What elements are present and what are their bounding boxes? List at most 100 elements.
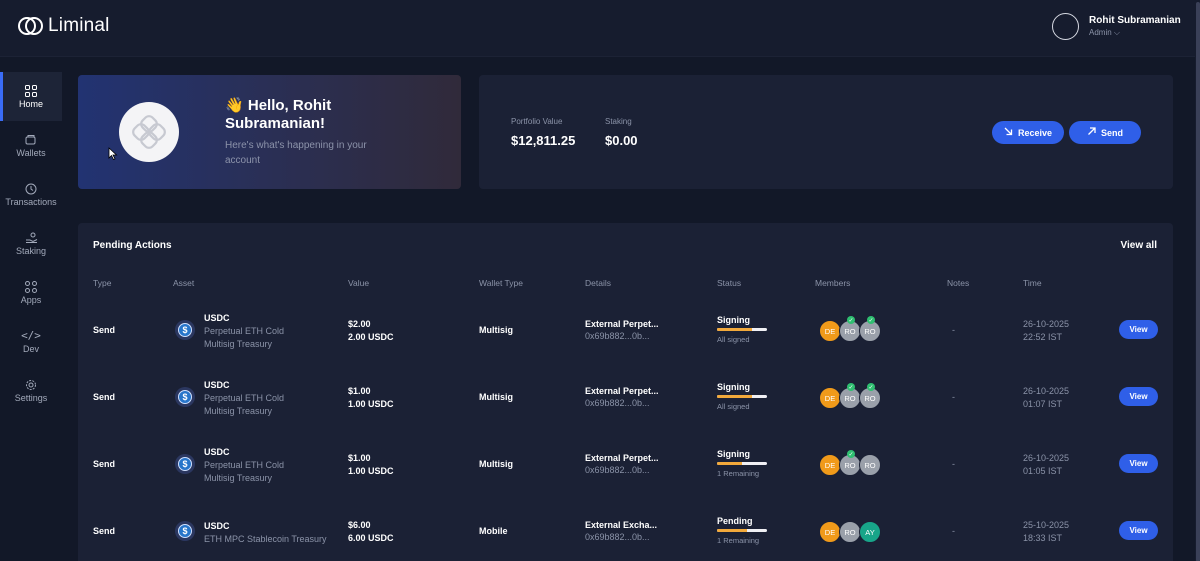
gear-icon	[24, 378, 38, 391]
row-value: $6.00 6.00 USDC	[348, 519, 394, 545]
table-row[interactable]: Send $ USDC Perpetual ETH Cold Multisig Trea…	[78, 298, 1173, 365]
portfolio-value-label: Portfolio Value	[511, 117, 563, 126]
details-address: 0x69b882...0b...	[585, 532, 650, 542]
member-avatar[interactable]: RO	[839, 521, 861, 543]
row-members: DE RO ✓ RO ✓	[819, 383, 881, 409]
user-role[interactable]: Admin ⌵	[1089, 27, 1181, 38]
row-wallet-type: Mobile	[479, 526, 508, 536]
org-logo	[119, 102, 179, 162]
view-button[interactable]: View	[1119, 320, 1158, 339]
status-progress-bar	[717, 328, 767, 331]
sidebar-item-staking[interactable]: Staking	[0, 219, 62, 268]
status-note: 1 Remaining	[717, 536, 760, 545]
value-usd: $1.00	[348, 386, 371, 396]
status-progress-bar	[717, 395, 767, 398]
view-button[interactable]: View	[1119, 387, 1158, 406]
member-avatar[interactable]: AY	[859, 521, 881, 543]
home-icon	[24, 84, 38, 97]
user-menu[interactable]: Rohit Subramanian Admin ⌵	[1052, 13, 1181, 40]
details-address: 0x69b882...0b...	[585, 465, 650, 475]
status-label: Signing	[717, 315, 750, 325]
row-clock: 01:07 IST	[1023, 399, 1063, 409]
sidebar-item-label: Apps	[20, 295, 42, 305]
welcome-card: 👋 Hello, Rohit Subramanian! Here's what'…	[78, 75, 461, 189]
status-progress-fill	[717, 529, 747, 532]
member-avatar[interactable]: RO ✓	[859, 316, 881, 342]
asset-symbol: USDC	[204, 447, 230, 457]
pending-actions-card: Pending Actions View all Type Asset Valu…	[78, 223, 1173, 561]
check-icon: ✓	[867, 316, 875, 324]
scrollbar-thumb[interactable]	[1196, 2, 1200, 561]
member-avatar[interactable]: DE	[819, 387, 841, 409]
sidebar-item-transactions[interactable]: Transactions	[0, 170, 62, 219]
portfolio-value-stat: Portfolio Value $12,811.25	[511, 117, 575, 148]
table-row[interactable]: Send $ USDC Perpetual ETH Cold Multisig Trea…	[78, 365, 1173, 432]
row-type: Send	[93, 526, 116, 536]
value-usd: $6.00	[348, 520, 371, 530]
greeting-subtitle: Here's what's happening in your account	[225, 140, 367, 166]
row-clock: 01:05 IST	[1023, 466, 1063, 476]
usdc-coin-icon: $	[175, 454, 195, 474]
row-wallet-type: Multisig	[479, 459, 513, 469]
row-notes: -	[952, 459, 955, 469]
asset-wallet-name: Multisig Treasury	[204, 473, 273, 483]
view-all-link[interactable]: View all	[1120, 240, 1157, 251]
row-status: Pending 1 Remaining	[717, 516, 767, 545]
chevron-down-icon: ⌵	[1113, 28, 1120, 37]
view-button[interactable]: View	[1119, 454, 1158, 473]
greeting-title: 👋 Hello, Rohit Subramanian!	[225, 97, 332, 132]
sidebar-item-apps[interactable]: Apps	[0, 268, 62, 317]
member-avatar[interactable]: RO ✓	[839, 450, 861, 476]
sidebar-item-label: Dev	[22, 344, 39, 354]
member-avatar[interactable]: RO ✓	[859, 383, 881, 409]
column-header-status: Status	[717, 278, 742, 288]
details-title: External Perpet...	[585, 453, 659, 463]
page-scrollbar[interactable]	[1195, 0, 1200, 561]
view-button[interactable]: View	[1119, 521, 1158, 540]
column-header-value: Value	[348, 278, 370, 288]
row-notes: -	[952, 325, 955, 335]
sidebar-item-dev[interactable]: </> Dev	[0, 317, 62, 366]
check-icon: ✓	[867, 383, 875, 391]
member-avatar[interactable]: DE	[819, 454, 841, 476]
staking-stat: Staking $0.00	[605, 117, 638, 148]
status-note: All signed	[717, 402, 750, 411]
asset-wallet-name: Perpetual ETH Cold	[204, 326, 285, 336]
row-clock: 18:33 IST	[1023, 533, 1063, 543]
sidebar-item-home[interactable]: Home	[0, 72, 62, 121]
sidebar-item-wallets[interactable]: Wallets	[0, 121, 62, 170]
member-avatar[interactable]: RO ✓	[839, 316, 861, 342]
app-logo[interactable]: Liminal	[18, 15, 110, 37]
row-type: Send	[93, 392, 116, 402]
asset-wallet-name: Perpetual ETH Cold	[204, 393, 285, 403]
sidebar-item-settings[interactable]: Settings	[0, 366, 62, 415]
details-address: 0x69b882...0b...	[585, 398, 650, 408]
check-icon: ✓	[847, 383, 855, 391]
sidebar-item-label: Staking	[15, 246, 47, 256]
sidebar-item-label: Home	[18, 99, 43, 109]
receive-button[interactable]: Receive	[992, 121, 1064, 144]
asset-wallet-name: ETH MPC Stablecoin Treasury	[204, 534, 327, 544]
table-row[interactable]: Send $ USDC ETH MPC Stablecoin Treasury $6.0…	[78, 499, 1173, 561]
status-progress-fill	[717, 395, 752, 398]
wallet-icon	[24, 133, 38, 146]
row-notes: -	[952, 526, 955, 536]
member-avatar[interactable]: DE	[819, 320, 841, 342]
table-row[interactable]: Send $ USDC Perpetual ETH Cold Multisig Trea…	[78, 432, 1173, 499]
member-avatar[interactable]: RO ✓	[839, 383, 861, 409]
sidebar-item-label: Settings	[14, 393, 48, 403]
row-time: 25-10-2025 18:33 IST	[1023, 519, 1069, 545]
member-avatar[interactable]: RO	[859, 454, 881, 476]
user-avatar[interactable]	[1052, 13, 1079, 40]
user-name: Rohit Subramanian	[1089, 15, 1181, 26]
usdc-coin-icon: $	[175, 320, 195, 340]
row-time: 26-10-2025 22:52 IST	[1023, 318, 1069, 344]
member-avatar[interactable]: DE	[819, 521, 841, 543]
row-asset: USDC Perpetual ETH Cold Multisig Treasury	[204, 446, 284, 485]
status-label: Signing	[717, 382, 750, 392]
portfolio-card: Portfolio Value $12,811.25 Staking $0.00…	[479, 75, 1173, 189]
asset-symbol: USDC	[204, 313, 230, 323]
code-icon: </>	[21, 329, 41, 342]
status-label: Pending	[717, 516, 753, 526]
send-button[interactable]: Send	[1069, 121, 1141, 144]
